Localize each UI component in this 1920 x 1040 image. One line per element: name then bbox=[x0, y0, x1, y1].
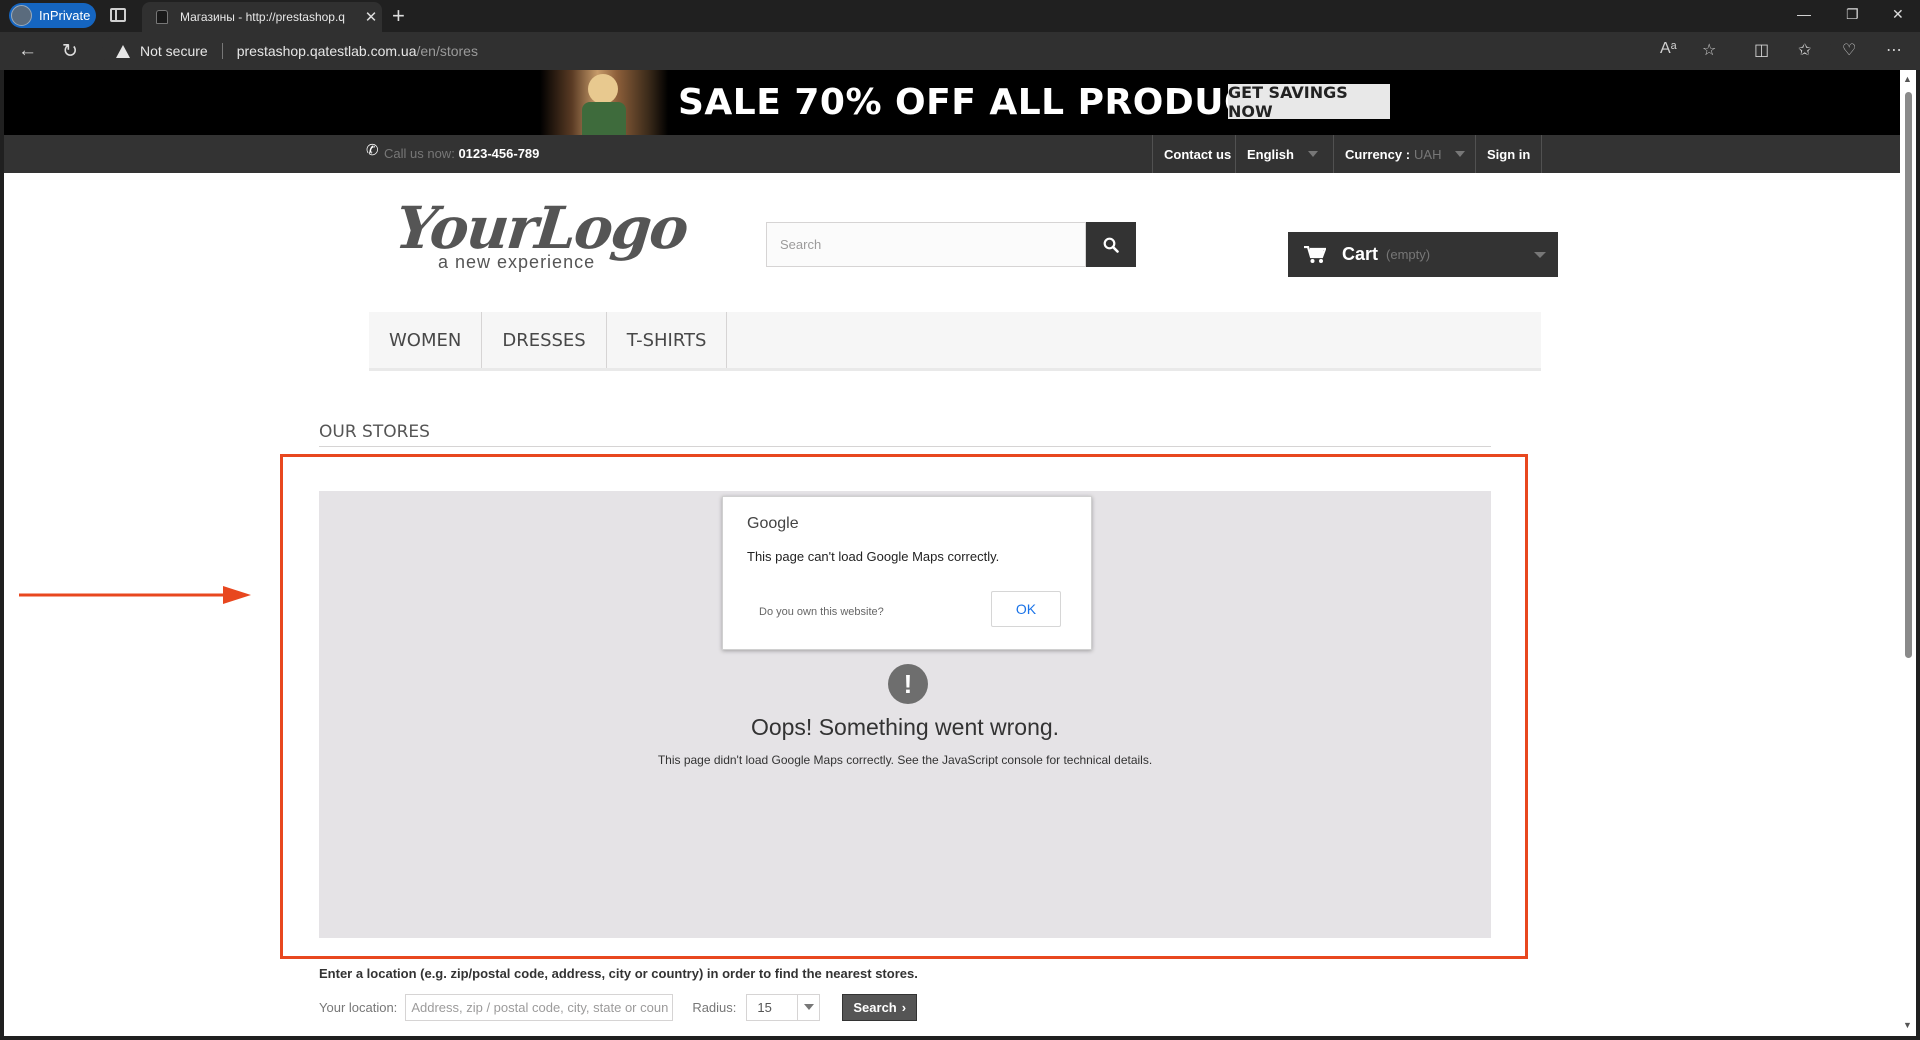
contact-us-link[interactable]: Contact us bbox=[1152, 135, 1242, 173]
menu-item-tshirts[interactable]: T-SHIRTS bbox=[607, 312, 728, 368]
locator-form: Your location: Radius: 15 Search › bbox=[319, 993, 918, 1021]
locator-search-label: Search bbox=[853, 999, 897, 1015]
security-label: Not secure bbox=[140, 43, 208, 59]
close-window-icon[interactable]: ✕ bbox=[1892, 6, 1904, 23]
site-logo[interactable]: YourLogo a new experience bbox=[388, 194, 690, 278]
menu-item-women[interactable]: WOMEN bbox=[369, 312, 483, 368]
chevron-down-icon bbox=[1534, 252, 1546, 258]
chevron-down-icon bbox=[1455, 151, 1466, 157]
url-field[interactable]: Not secure prestashop.qatestlab.com.ua/e… bbox=[102, 36, 1832, 66]
url-path: /en/stores bbox=[416, 43, 478, 59]
currency-selector[interactable]: Currency : UAH bbox=[1333, 135, 1475, 173]
chevron-down-icon bbox=[1307, 151, 1318, 157]
cart-label: Cart bbox=[1342, 244, 1379, 264]
location-input[interactable] bbox=[405, 993, 674, 1021]
new-tab-button[interactable]: + bbox=[392, 3, 405, 29]
browser-essentials-icon[interactable]: ♡ bbox=[1842, 40, 1856, 60]
inprivate-label: InPrivate bbox=[39, 8, 91, 23]
banner-sale-text: SALE 70% OFF ALL PRODUCTS bbox=[678, 82, 1303, 123]
restore-icon[interactable]: ❐ bbox=[1846, 6, 1859, 23]
locator-search-button[interactable]: Search › bbox=[842, 993, 918, 1021]
location-label: Your location: bbox=[319, 999, 398, 1015]
chevron-right-icon: › bbox=[901, 999, 907, 1015]
currency-value: UAH bbox=[1414, 146, 1442, 162]
url-host: prestashop.qatestlab.com.ua bbox=[236, 43, 417, 59]
split-screen-icon[interactable]: ◫ bbox=[1754, 40, 1769, 60]
back-icon[interactable]: ← bbox=[18, 40, 37, 62]
favorite-star-icon[interactable]: ☆ bbox=[1702, 40, 1716, 60]
search-bar bbox=[766, 222, 1136, 267]
cart-icon bbox=[1304, 245, 1326, 263]
top-nav-bar: ✆ Call us now: 0123-456-789 Contact us E… bbox=[4, 135, 1900, 173]
cart-state: (empty) bbox=[1386, 247, 1431, 262]
scroll-up-icon[interactable]: ▲ bbox=[1903, 74, 1912, 84]
language-selector[interactable]: English bbox=[1235, 135, 1333, 173]
call-label: Call us now: bbox=[384, 146, 455, 161]
scrollbar-thumb[interactable] bbox=[1905, 92, 1912, 658]
annotation-highlight-box bbox=[280, 454, 1528, 959]
browser-address-bar: ← ↻ Not secure prestashop.qatestlab.com.… bbox=[0, 32, 1920, 70]
menu-item-dresses[interactable]: DRESSES bbox=[482, 312, 607, 368]
language-label: English bbox=[1247, 146, 1294, 162]
refresh-icon[interactable]: ↻ bbox=[62, 40, 78, 63]
currency-label: Currency : bbox=[1345, 146, 1411, 162]
search-input[interactable] bbox=[766, 222, 1086, 267]
inprivate-badge[interactable]: InPrivate bbox=[9, 3, 96, 28]
get-savings-button[interactable]: GET SAVINGS NOW bbox=[1228, 83, 1390, 121]
page-title: OUR STORES bbox=[319, 422, 430, 442]
title-divider bbox=[319, 446, 1491, 447]
contact-us-label: Contact us bbox=[1164, 146, 1232, 162]
browser-tab-bar: InPrivate Магазины - http://prestashop.q… bbox=[0, 0, 1920, 32]
radius-value: 15 bbox=[757, 999, 772, 1015]
main-menu: WOMEN DRESSES T-SHIRTS bbox=[369, 312, 1541, 371]
locator-hint: Enter a location (e.g. zip/postal code, … bbox=[319, 966, 918, 981]
close-tab-icon[interactable]: ✕ bbox=[360, 8, 382, 26]
tab-actions-icon[interactable] bbox=[110, 8, 126, 22]
page-scrollbar[interactable]: ▲ ▼ bbox=[1900, 70, 1916, 1036]
search-icon bbox=[1103, 237, 1119, 253]
sign-in-label: Sign in bbox=[1487, 146, 1531, 162]
tab-title: Магазины - http://prestashop.q bbox=[180, 10, 345, 24]
chevron-down-icon bbox=[797, 994, 819, 1020]
banner-model-image bbox=[540, 70, 668, 135]
call-us: Call us now: 0123-456-789 bbox=[368, 146, 539, 161]
more-menu-icon[interactable]: ⋯ bbox=[1886, 40, 1902, 60]
browser-tab-active[interactable]: Магазины - http://prestashop.q ✕ bbox=[142, 2, 382, 32]
search-button[interactable] bbox=[1086, 222, 1136, 267]
phone-number: 0123-456-789 bbox=[458, 146, 540, 161]
url-separator bbox=[221, 43, 223, 59]
scroll-down-icon[interactable]: ▼ bbox=[1903, 1020, 1912, 1030]
warning-icon bbox=[116, 44, 130, 58]
profile-avatar bbox=[11, 5, 32, 26]
cart-button[interactable]: Cart (empty) bbox=[1288, 232, 1558, 277]
radius-select[interactable]: 15 bbox=[746, 993, 821, 1021]
annotation-arrow-icon bbox=[19, 586, 251, 604]
sign-in-link[interactable]: Sign in bbox=[1475, 135, 1543, 173]
minimize-icon[interactable]: — bbox=[1797, 6, 1811, 22]
page-viewport: SALE 70% OFF ALL PRODUCTS GET SAVINGS NO… bbox=[4, 70, 1900, 1036]
radius-label: Radius: bbox=[692, 999, 737, 1015]
read-aloud-icon[interactable]: Aᵃ bbox=[1660, 40, 1677, 58]
promo-banner[interactable]: SALE 70% OFF ALL PRODUCTS GET SAVINGS NO… bbox=[4, 70, 1900, 135]
favorites-icon[interactable]: ✩ bbox=[1798, 40, 1811, 60]
logo-tagline: a new experience bbox=[438, 252, 596, 272]
favicon-icon bbox=[156, 10, 168, 24]
